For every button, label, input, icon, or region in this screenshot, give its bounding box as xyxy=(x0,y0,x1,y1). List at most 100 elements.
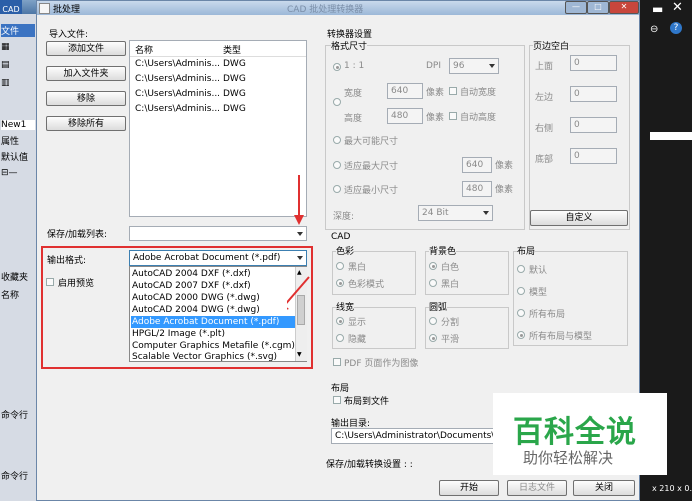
output-format-select[interactable]: Adobe Acrobat Document (*.pdf) xyxy=(129,250,307,266)
show-lw-radio[interactable] xyxy=(336,317,344,325)
format-dropdown-list[interactable]: AutoCAD 2004 DXF (*.dxf) AutoCAD 2007 DX… xyxy=(129,266,307,362)
layout-title: 布局 xyxy=(331,384,350,394)
tool-icon-1[interactable]: ▦ xyxy=(1,42,35,52)
default-layout-radio[interactable] xyxy=(517,265,525,273)
file-menu[interactable]: 文件 xyxy=(1,24,35,37)
ratio-label: 1 : 1 xyxy=(344,61,365,71)
margin-left-label: 左边 xyxy=(535,93,554,103)
fit-max-field[interactable]: 640 xyxy=(462,157,492,173)
smooth-radio[interactable] xyxy=(429,334,437,342)
fit-min-radio[interactable] xyxy=(333,185,341,193)
black-bg-label: 黑白 xyxy=(441,280,460,290)
output-dir-field[interactable]: C:\Users\Administrator\Documents\CA xyxy=(331,428,501,444)
all-layouts-radio[interactable] xyxy=(517,309,525,317)
table-row[interactable]: C:\Users\Adminis... DWG xyxy=(130,89,306,102)
fit-max-radio[interactable] xyxy=(333,161,341,169)
fit-min-field[interactable]: 480 xyxy=(462,181,492,197)
table-row[interactable]: C:\Users\Adminis... DWG xyxy=(130,104,306,117)
log-file-button[interactable]: 日志文件 xyxy=(507,480,567,496)
format-option-selected[interactable]: Adobe Acrobat Document (*.pdf) xyxy=(131,316,295,328)
pdf-image-checkbox[interactable] xyxy=(333,358,341,366)
all-layouts-model-radio[interactable] xyxy=(517,331,525,339)
remove-all-button[interactable]: 移除所有 xyxy=(46,116,126,131)
custom-size-radio[interactable] xyxy=(333,98,341,106)
dialog-titlebar: 批处理 CAD 批处理转换器 — □ ✕ xyxy=(37,1,639,15)
cmd-label-2: 命令行 xyxy=(1,472,29,482)
auto-height-checkbox[interactable] xyxy=(449,112,457,120)
dialog-maximize-button[interactable]: □ xyxy=(587,1,609,14)
hide-lw-radio[interactable] xyxy=(336,334,344,342)
close-button[interactable]: 关闭 xyxy=(573,480,635,496)
tab-new1[interactable]: New1 xyxy=(1,120,35,130)
file-type: DWG xyxy=(223,104,246,114)
default-label: 默认值 xyxy=(1,153,29,163)
help-icon[interactable]: ? xyxy=(670,22,682,34)
format-option[interactable]: AutoCAD 2000 DWG (*.dwg) xyxy=(132,292,260,304)
save-load-list-label: 保存/加载列表: xyxy=(47,230,108,240)
col-type-header[interactable]: 类型 xyxy=(223,43,241,56)
file-list-header: 名称 类型 xyxy=(130,41,306,57)
chevron-down-icon xyxy=(489,64,495,68)
margin-bottom-field[interactable]: 0 xyxy=(570,148,617,164)
layout-to-file-checkbox[interactable] xyxy=(333,396,341,404)
format-option[interactable]: Scalable Vector Graphics (*.svg) xyxy=(132,351,277,363)
segment-radio[interactable] xyxy=(429,317,437,325)
dialog-title: 批处理 xyxy=(53,5,81,15)
close-icon[interactable]: ✕ xyxy=(672,0,683,15)
custom-button[interactable]: 自定义 xyxy=(530,210,628,226)
cmd-label-1: 命令行 xyxy=(1,411,29,421)
model-label: 模型 xyxy=(529,288,548,298)
dialog-minimize-button[interactable]: — xyxy=(565,1,587,14)
model-radio[interactable] xyxy=(517,287,525,295)
table-row[interactable]: C:\Users\Adminis... DWG xyxy=(130,59,306,72)
file-type: DWG xyxy=(223,59,246,69)
format-size-label: 格式尺寸 xyxy=(331,39,368,52)
margin-right-label: 右侧 xyxy=(535,124,554,134)
dialog-close-button[interactable]: ✕ xyxy=(609,1,639,14)
auto-width-checkbox[interactable] xyxy=(449,87,457,95)
tool-icon-2[interactable]: ▤ xyxy=(1,60,35,70)
save-load-list-dropdown[interactable] xyxy=(129,226,307,241)
width-field[interactable]: 640 xyxy=(387,83,423,99)
depth-select[interactable]: 24 Bit xyxy=(418,205,493,221)
color-mode-radio[interactable] xyxy=(336,279,344,287)
tool-icon-3[interactable]: ▥ xyxy=(1,78,35,88)
white-bg-radio[interactable] xyxy=(429,262,437,270)
save-load-settings-label: 保存/加载转换设置 : : xyxy=(326,460,413,470)
start-button[interactable]: 开始 xyxy=(439,480,499,496)
size-readout: x 210 x 0. xyxy=(652,484,692,493)
minimize-icon[interactable]: ▬ xyxy=(652,2,663,16)
background-app-left-panel: 文件 ▦ ▤ ▥ New1 属性 默认值 ⊟— 收藏夹 名称 命令行 命令行 xyxy=(0,14,37,501)
margins-title: 页边空白 xyxy=(533,39,570,52)
format-option[interactable]: AutoCAD 2007 DXF (*.dxf) xyxy=(132,280,251,292)
tree-item[interactable]: ⊟— xyxy=(1,168,35,178)
back-icon[interactable]: ⊖ xyxy=(650,24,658,35)
dpi-select[interactable]: 96 xyxy=(449,58,499,74)
margin-left-field[interactable]: 0 xyxy=(570,86,617,102)
margin-top-field[interactable]: 0 xyxy=(570,55,617,71)
enable-preview-checkbox[interactable] xyxy=(46,278,54,286)
format-option[interactable]: AutoCAD 2004 DWG (*.dwg) xyxy=(132,304,260,316)
format-option[interactable]: AutoCAD 2004 DXF (*.dxf) xyxy=(132,268,251,280)
dpi-label: DPI xyxy=(426,61,442,71)
ratio-radio[interactable] xyxy=(333,63,341,71)
file-list[interactable]: 名称 类型 C:\Users\Adminis... DWG C:\Users\A… xyxy=(129,40,307,217)
black-bg-radio[interactable] xyxy=(429,279,437,287)
margin-right-field[interactable]: 0 xyxy=(570,117,617,133)
name-label: 名称 xyxy=(1,291,20,301)
max-size-radio[interactable] xyxy=(333,136,341,144)
all-layouts-model-label: 所有布局与模型 xyxy=(529,332,593,342)
bg-color-group xyxy=(425,251,509,295)
table-row[interactable]: C:\Users\Adminis... DWG xyxy=(130,74,306,87)
format-option[interactable]: HPGL/2 Image (*.plt) xyxy=(132,328,225,340)
linewidth-group xyxy=(332,307,416,349)
margin-top-label: 上面 xyxy=(535,62,554,72)
all-layouts-label: 所有布局 xyxy=(529,310,566,320)
add-file-button[interactable]: 添加文件 xyxy=(46,41,126,56)
remove-button[interactable]: 移除 xyxy=(46,91,126,106)
scroll-down-icon[interactable]: ▼ xyxy=(297,351,302,358)
add-folder-button[interactable]: 加入文件夹 xyxy=(46,66,126,81)
height-field[interactable]: 480 xyxy=(387,108,423,124)
bw-radio[interactable] xyxy=(336,262,344,270)
col-name-header[interactable]: 名称 xyxy=(135,43,153,56)
